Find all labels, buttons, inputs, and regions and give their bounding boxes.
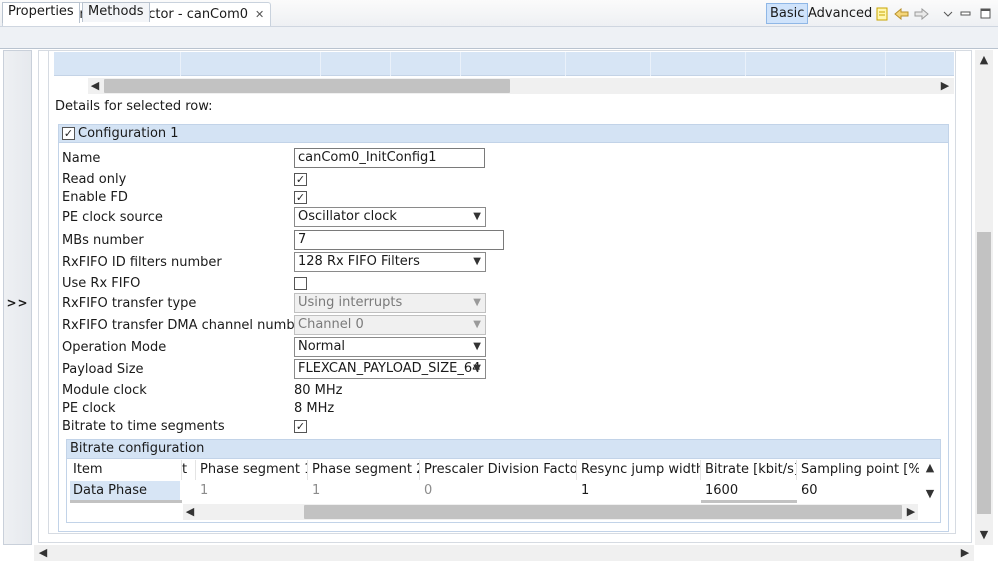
bottom-horizontal-scrollbar[interactable] [34, 545, 974, 561]
scroll-up-icon[interactable]: ▲ [923, 460, 937, 476]
operation-mode-label: Operation Mode [62, 340, 167, 355]
grid-divider [650, 52, 651, 76]
rxfifo-dma-select[interactable]: Channel 0 ▼ [294, 315, 486, 335]
read-only-checkbox[interactable]: ✓ [294, 173, 307, 186]
bitrate-to-segments-checkbox[interactable]: ✓ [294, 420, 307, 433]
bitrate-group-header: Bitrate configuration [66, 439, 941, 459]
rxfifo-transfer-type-select[interactable]: Using interrupts ▼ [294, 293, 486, 313]
grid-divider [565, 52, 566, 76]
cell-item[interactable]: Data Phase [73, 481, 180, 501]
collapsed-side-panel: >> [3, 50, 32, 545]
column-header-prescaler[interactable]: Prescaler Division Factor [420, 460, 577, 480]
column-resize-handle[interactable] [701, 500, 797, 503]
grid-divider [745, 52, 746, 76]
chevron-down-icon: ▼ [473, 256, 481, 267]
minimize-icon[interactable] [957, 5, 974, 22]
scrollbar-thumb[interactable] [977, 232, 991, 514]
column-header-partial[interactable]: t [182, 460, 196, 480]
scroll-right-icon[interactable]: ▶ [938, 78, 952, 94]
maximize-icon[interactable] [977, 5, 994, 22]
module-clock-value: 80 MHz [294, 383, 343, 398]
cell-phase-segment-1[interactable]: 1 [200, 481, 308, 501]
payload-size-label: Payload Size [62, 362, 144, 377]
basic-mode-button[interactable]: Basic [766, 3, 809, 24]
tab-methods[interactable]: Methods [82, 2, 150, 22]
pe-clock-value: 8 MHz [294, 401, 335, 416]
scroll-left-icon[interactable]: ◀ [88, 78, 102, 94]
rxfifo-filters-select[interactable]: 128 Rx FIFO Filters ▼ [294, 252, 486, 272]
scroll-down-icon[interactable]: ▼ [923, 486, 937, 502]
rxfifo-dma-value: Channel 0 [298, 317, 364, 332]
cell-phase-segment-2[interactable]: 1 [312, 481, 420, 501]
payload-size-value: FLEXCAN_PAYLOAD_SIZE_64 [298, 361, 481, 376]
expand-panel-button[interactable]: >> [4, 296, 31, 310]
pe-clock-source-label: PE clock source [62, 210, 163, 225]
cell-prescaler[interactable]: 0 [424, 481, 577, 501]
cell-sampling-point[interactable]: 60 [801, 481, 919, 501]
operation-mode-select[interactable]: Normal ▼ [294, 337, 486, 357]
scrollbar-thumb[interactable] [104, 79, 510, 93]
enable-fd-checkbox[interactable]: ✓ [294, 191, 307, 204]
cell-bitrate[interactable]: 1600 [705, 481, 797, 501]
pe-clock-source-value: Oscillator clock [298, 209, 397, 224]
subtab-bar [0, 27, 998, 49]
column-header-item[interactable]: Item [70, 460, 182, 480]
scroll-left-icon[interactable]: ◀ [183, 504, 197, 520]
column-header-sampling-point[interactable]: Sampling point [%] [797, 460, 919, 480]
grid-divider [320, 52, 321, 76]
advanced-mode-button[interactable]: Advanced [804, 3, 876, 24]
scrollbar-thumb[interactable] [304, 505, 902, 519]
view-menu-icon[interactable] [939, 5, 956, 22]
scroll-up-icon[interactable]: ▲ [977, 52, 991, 68]
column-header-bitrate[interactable]: Bitrate [kbit/s] [701, 460, 797, 480]
chevron-down-icon: ▼ [473, 211, 481, 222]
rxfifo-transfer-type-value: Using interrupts [298, 295, 403, 310]
column-header-resync-jump-width[interactable]: Resync jump width [577, 460, 701, 480]
forward-arrow-icon[interactable] [913, 5, 930, 22]
cell-resync-jump-width[interactable]: 1 [581, 481, 701, 501]
mbs-number-label: MBs number [62, 233, 144, 248]
payload-size-select[interactable]: FLEXCAN_PAYLOAD_SIZE_64 ▼ [294, 359, 486, 379]
rxfifo-filters-value: 128 Rx FIFO Filters [298, 254, 420, 269]
column-header-phase-segment-1[interactable]: Phase segment 1 [196, 460, 308, 480]
tab-properties[interactable]: Properties [2, 2, 80, 23]
name-label: Name [62, 151, 101, 166]
rxfifo-transfer-type-label: RxFIFO transfer type [62, 296, 197, 311]
use-rx-fifo-label: Use Rx FIFO [62, 276, 141, 291]
bitrate-to-segments-label: Bitrate to time segments [62, 419, 225, 434]
configuration-list-table[interactable] [54, 52, 954, 76]
scroll-down-icon[interactable]: ▼ [977, 527, 991, 543]
back-arrow-icon[interactable] [893, 5, 910, 22]
pe-clock-source-select[interactable]: Oscillator clock ▼ [294, 207, 486, 227]
mbs-number-field[interactable]: 7 [294, 230, 504, 250]
use-rx-fifo-checkbox[interactable] [294, 277, 307, 290]
scroll-right-icon[interactable]: ▶ [904, 504, 918, 520]
grid-divider [390, 52, 391, 76]
chevron-down-icon: ▼ [473, 363, 481, 374]
module-clock-label: Module clock [62, 383, 147, 398]
enable-fd-label: Enable FD [62, 190, 128, 205]
configuration-enable-checkbox[interactable]: ✓ [62, 127, 75, 140]
details-label: Details for selected row: [55, 99, 213, 114]
grid-divider [180, 52, 181, 76]
column-resize-handle[interactable] [70, 500, 182, 503]
name-field[interactable]: canCom0_InitConfig1 [294, 148, 485, 168]
scroll-left-icon[interactable]: ◀ [36, 545, 50, 561]
grid-divider [885, 52, 886, 76]
chevron-down-icon: ▼ [473, 319, 481, 330]
rxfifo-filters-label: RxFIFO ID filters number [62, 255, 222, 270]
column-header-phase-segment-2[interactable]: Phase segment 2 [308, 460, 420, 480]
configuration-group-header: ✓ Configuration 1 [58, 124, 949, 143]
scroll-right-icon[interactable]: ▶ [958, 545, 972, 561]
read-only-label: Read only [62, 172, 127, 187]
close-tab-icon[interactable]: ✕ [255, 8, 264, 21]
chevron-down-icon: ▼ [473, 341, 481, 352]
chevron-down-icon: ▼ [473, 297, 481, 308]
configuration-title: Configuration 1 [78, 126, 179, 141]
pe-clock-label: PE clock [62, 401, 116, 416]
note-icon[interactable] [874, 5, 891, 22]
grid-divider [460, 52, 461, 76]
rxfifo-dma-label: RxFIFO transfer DMA channel number [62, 318, 308, 333]
operation-mode-value: Normal [298, 339, 346, 354]
